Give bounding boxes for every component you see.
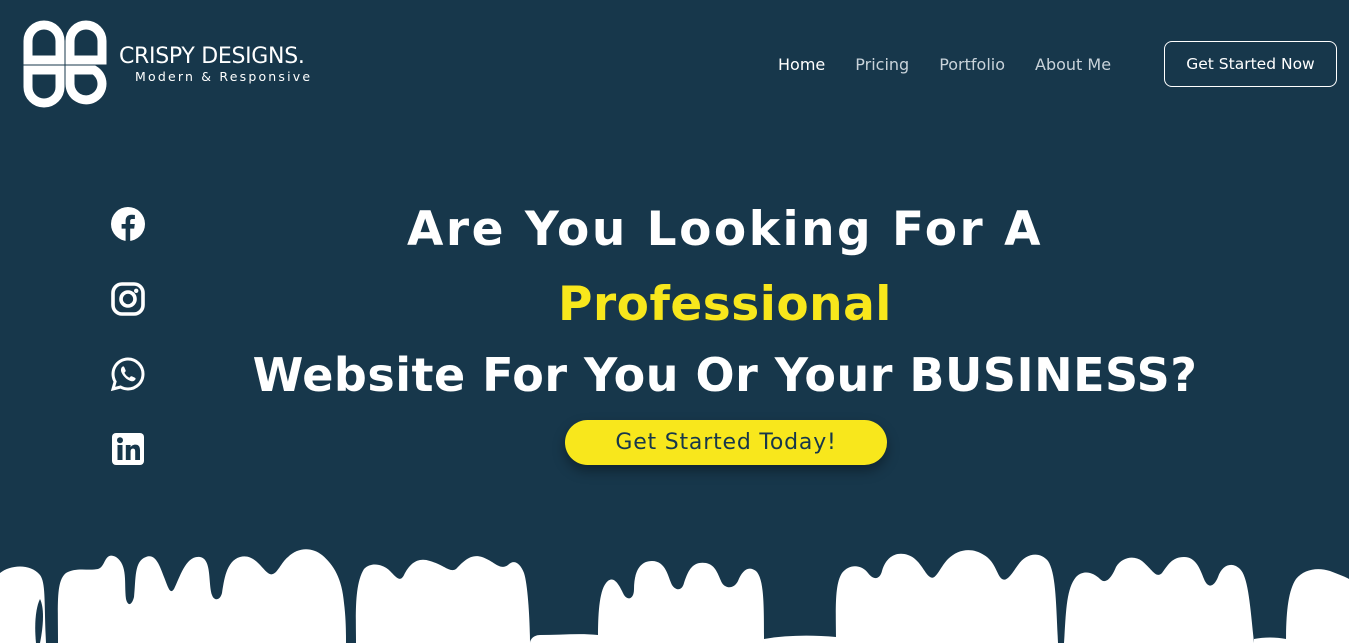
instagram-link[interactable] bbox=[110, 281, 146, 317]
facebook-link[interactable] bbox=[110, 206, 146, 242]
linkedin-icon bbox=[112, 433, 144, 465]
nav-item-home[interactable]: Home bbox=[778, 54, 825, 76]
nav-item-pricing[interactable]: Pricing bbox=[855, 54, 909, 76]
brand-logo[interactable]: CRISPY DESIGNS. Modern & Responsive bbox=[22, 18, 322, 112]
hero-section: Are You Looking For A Professional Websi… bbox=[200, 196, 1250, 404]
hero-heading-line1: Are You Looking For A bbox=[407, 202, 1043, 257]
hero-heading-line3: Website For You Or Your BUSINESS? bbox=[252, 348, 1198, 402]
get-started-today-button[interactable]: Get Started Today! bbox=[565, 420, 887, 465]
nav-item-portfolio[interactable]: Portfolio bbox=[939, 54, 1005, 76]
whatsapp-link[interactable] bbox=[110, 356, 146, 392]
drip-divider bbox=[0, 549, 1349, 643]
facebook-icon bbox=[111, 207, 145, 241]
instagram-icon bbox=[111, 282, 145, 316]
logo-mark-icon bbox=[23, 20, 107, 108]
brand-name: CRISPY DESIGNS. bbox=[119, 44, 305, 69]
main-nav: Home Pricing Portfolio About Me bbox=[778, 54, 1111, 76]
brand-tagline: Modern & Responsive bbox=[135, 69, 313, 84]
hero-heading-highlight: Professional bbox=[558, 277, 892, 332]
nav-item-about-me[interactable]: About Me bbox=[1035, 54, 1111, 76]
linkedin-link[interactable] bbox=[110, 431, 146, 467]
whatsapp-icon bbox=[110, 357, 145, 392]
get-started-now-button[interactable]: Get Started Now bbox=[1164, 41, 1337, 87]
social-links bbox=[110, 206, 146, 506]
